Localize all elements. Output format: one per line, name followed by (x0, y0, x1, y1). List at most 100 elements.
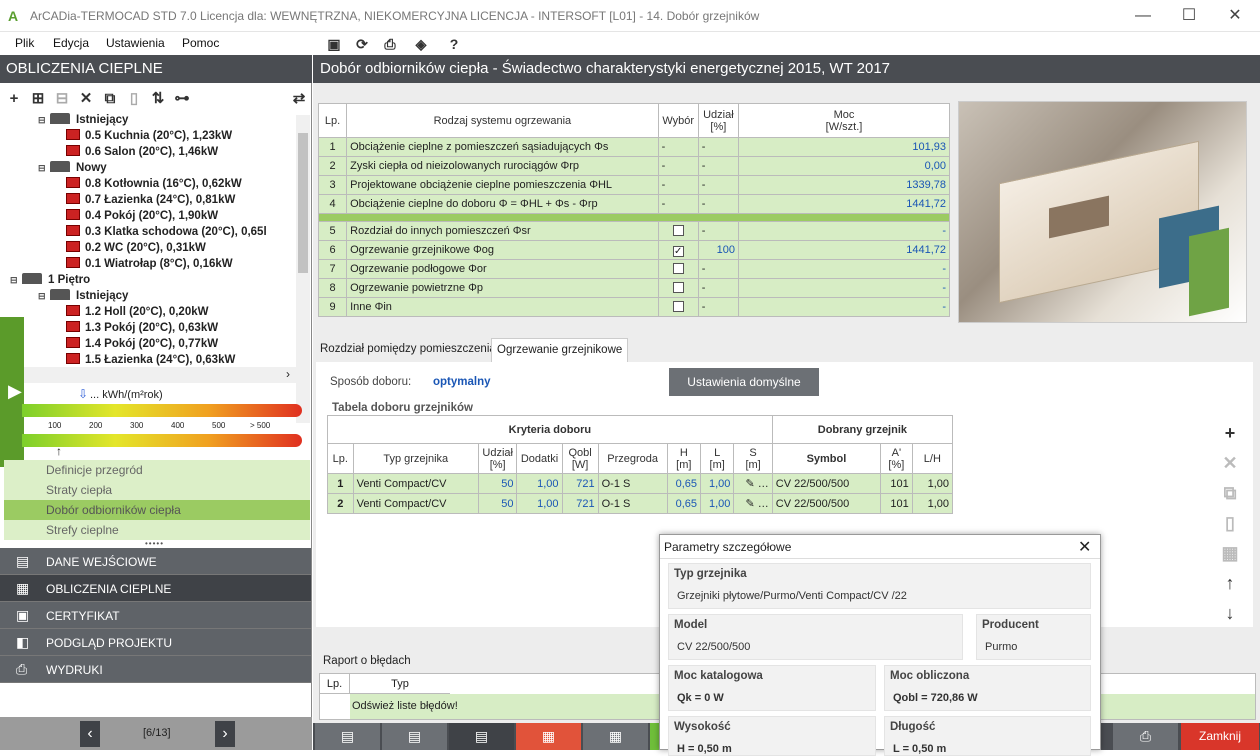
sposob-value[interactable]: optymalny (433, 376, 491, 388)
delete-row-icon[interactable]: ✕ (1220, 453, 1240, 473)
hierarchy-icon[interactable]: ⊶ (173, 90, 191, 108)
sort-icon[interactable]: ⇅ (149, 90, 167, 108)
collapse-icon[interactable]: ⊟ (10, 275, 22, 286)
table-cell[interactable]: - (657, 137, 699, 157)
paste-icon[interactable]: ▯ (125, 90, 143, 108)
table-cell[interactable]: CV 22/500/500 (771, 493, 882, 514)
tree-room-item[interactable]: 0.5 Kuchnia (20°C), 1,23kW (66, 129, 232, 145)
table-row[interactable]: 4 Obciążenie cieplne do doboru Φ = ΦHL + … (317, 194, 951, 214)
table-cell[interactable]: ✎ … (733, 473, 773, 494)
calc-table-icon[interactable]: ▦ (516, 723, 582, 750)
tab-ogrzewanie-grzejnikowe[interactable]: Ogrzewanie grzejnikowe (491, 338, 629, 362)
table-cell[interactable]: 1441,72 (737, 194, 951, 214)
tree-group-item[interactable]: ⊟ Istniejący (38, 113, 128, 129)
checkbox[interactable] (672, 281, 684, 293)
add-room-icon[interactable]: ⊞ (29, 90, 47, 108)
tree-room-item[interactable]: 0.4 Pokój (20°C), 1,90kW (66, 209, 218, 225)
next-page-button[interactable]: › (215, 721, 235, 747)
table-row[interactable]: 7 Ogrzewanie podłogowe Φor - - (317, 259, 951, 279)
table-cell[interactable]: O-1 S (597, 473, 668, 494)
print-icon[interactable]: ⎙ (1113, 723, 1179, 750)
section-nav-item[interactable]: ◧ PODGLĄD PROJEKTU (0, 629, 311, 656)
table-cell[interactable] (657, 259, 699, 279)
preview-icon[interactable]: ⎙ (381, 35, 399, 53)
table-cell[interactable]: 1,00 (911, 493, 954, 514)
tree-room-item[interactable]: 0.7 Łazienka (24°C), 0,81kW (66, 193, 235, 209)
copy-icon[interactable]: ⧉ (101, 90, 119, 108)
defaults-button[interactable]: Ustawienia domyślne (669, 368, 819, 396)
calc-table2-icon[interactable]: ▦ (583, 723, 649, 750)
doc1-icon[interactable]: ▤ (315, 723, 381, 750)
table-cell[interactable]: - (657, 175, 699, 195)
move-up-icon[interactable]: ↑ (1220, 573, 1240, 593)
table-cell[interactable]: - (737, 278, 951, 298)
section-nav-item[interactable]: ▦ OBLICZENIA CIEPLNE (0, 575, 311, 602)
table-cell[interactable]: 0,65 (666, 473, 702, 494)
move-down-icon[interactable]: ↓ (1220, 603, 1240, 623)
tree-room-item[interactable]: 0.6 Salon (20°C), 1,46kW (66, 145, 218, 161)
tree-room-item[interactable]: 0.8 Kotłownia (16°C), 0,62kW (66, 177, 242, 193)
table-row[interactable]: 6 Ogrzewanie grzejnikowe Φog ✓ 100 1441,72 (317, 240, 951, 260)
table-cell[interactable]: 1339,78 (737, 175, 951, 195)
collapse-icon[interactable]: ⊟ (38, 115, 50, 126)
tree-group-item[interactable]: ⊟ Istniejący (38, 289, 128, 305)
delete-icon[interactable]: ✕ (77, 90, 95, 108)
calculator-icon[interactable]: ▦ (1220, 543, 1240, 563)
subnav-item[interactable]: Straty ciepła (4, 480, 310, 500)
menu-plik[interactable]: Plik (15, 36, 34, 50)
save-icon[interactable]: ▣ (325, 35, 343, 53)
table-cell[interactable]: 1,00 (699, 473, 735, 494)
checkbox[interactable] (672, 300, 684, 312)
table-cell[interactable]: 1,00 (699, 493, 735, 514)
tree-room-item[interactable]: 0.2 WC (20°C), 0,31kW (66, 241, 206, 257)
table-cell[interactable]: O-1 S (597, 493, 668, 514)
table-cell[interactable]: 721 (561, 493, 599, 514)
table-row[interactable]: 1 Venti Compact/CV 50 1,00 721 O-1 S 0,65 1,00 ✎… (327, 473, 954, 494)
tree-group-item[interactable]: ⊟ Nowy (38, 161, 107, 177)
collapse-icon[interactable]: ⊟ (38, 163, 50, 174)
tab-rozdzial[interactable]: Rozdział pomiędzy pomieszczeniami (315, 338, 513, 362)
sync-icon[interactable]: ⇄ (290, 90, 308, 108)
add-sub-icon[interactable]: ⊟ (53, 90, 71, 108)
menu-edycja[interactable]: Edycja (53, 36, 89, 50)
table-cell[interactable]: - (737, 221, 951, 241)
table-cell[interactable]: - (737, 297, 951, 317)
table-cell[interactable]: 101 (880, 493, 913, 514)
table-cell[interactable]: - (737, 259, 951, 279)
table-row[interactable]: 5 Rozdział do innych pomieszczeń Φsr - - (317, 221, 951, 241)
table-cell[interactable]: 50 (477, 493, 518, 514)
subnav-item[interactable]: Strefy cieplne (4, 520, 310, 540)
table-row[interactable]: 2 Venti Compact/CV 50 1,00 721 O-1 S 0,65 1,00 ✎… (327, 493, 954, 514)
add-icon[interactable]: + (5, 90, 23, 108)
splitter-dots[interactable]: ••••• (145, 539, 164, 548)
table-cell[interactable]: CV 22/500/500 (771, 473, 882, 494)
help-icon[interactable]: ? (445, 35, 463, 53)
paste-row-icon[interactable]: ▯ (1220, 513, 1240, 533)
tree-floor-item[interactable]: ⊟ 1 Piętro (10, 273, 90, 289)
collapse-icon[interactable]: ⊟ (38, 291, 50, 302)
table-cell[interactable]: 1,00 (911, 473, 954, 494)
section-nav-item[interactable]: ▤ DANE WEJŚCIOWE (0, 548, 311, 575)
checkbox[interactable] (672, 262, 684, 274)
add-row-icon[interactable]: + (1220, 423, 1240, 443)
copy-row-icon[interactable]: ⧉ (1220, 483, 1240, 503)
table-cell[interactable]: 1,00 (516, 473, 563, 494)
table-cell[interactable]: 1,00 (516, 493, 563, 514)
checkbox[interactable]: ✓ (672, 245, 684, 257)
table-row[interactable]: 9 Inne Φin - - (317, 297, 951, 317)
close-window-button[interactable]: ✕ (1212, 0, 1258, 32)
table-cell[interactable]: 101,93 (737, 137, 951, 157)
close-button[interactable]: Zamknij (1181, 723, 1260, 750)
table-row[interactable]: 3 Projektowane obciążenie cieplne pomiesz… (317, 175, 951, 195)
table-cell[interactable]: Venti Compact/CV (352, 473, 479, 494)
doc3-icon[interactable]: ▤ (449, 723, 515, 750)
prev-page-button[interactable]: ‹ (80, 721, 100, 747)
table-cell[interactable] (657, 297, 699, 317)
table-row[interactable]: 8 Ogrzewanie powietrzne Φp - - (317, 278, 951, 298)
table-cell[interactable]: ✓ (657, 240, 699, 260)
table-cell[interactable] (657, 221, 699, 241)
table-cell[interactable]: 721 (561, 473, 599, 494)
section-nav-item[interactable]: ⎙ WYDRUKI (0, 656, 311, 683)
tree-room-item[interactable]: 0.1 Wiatrołap (8°C), 0,16kW (66, 257, 233, 273)
table-cell[interactable]: 1441,72 (737, 240, 951, 260)
